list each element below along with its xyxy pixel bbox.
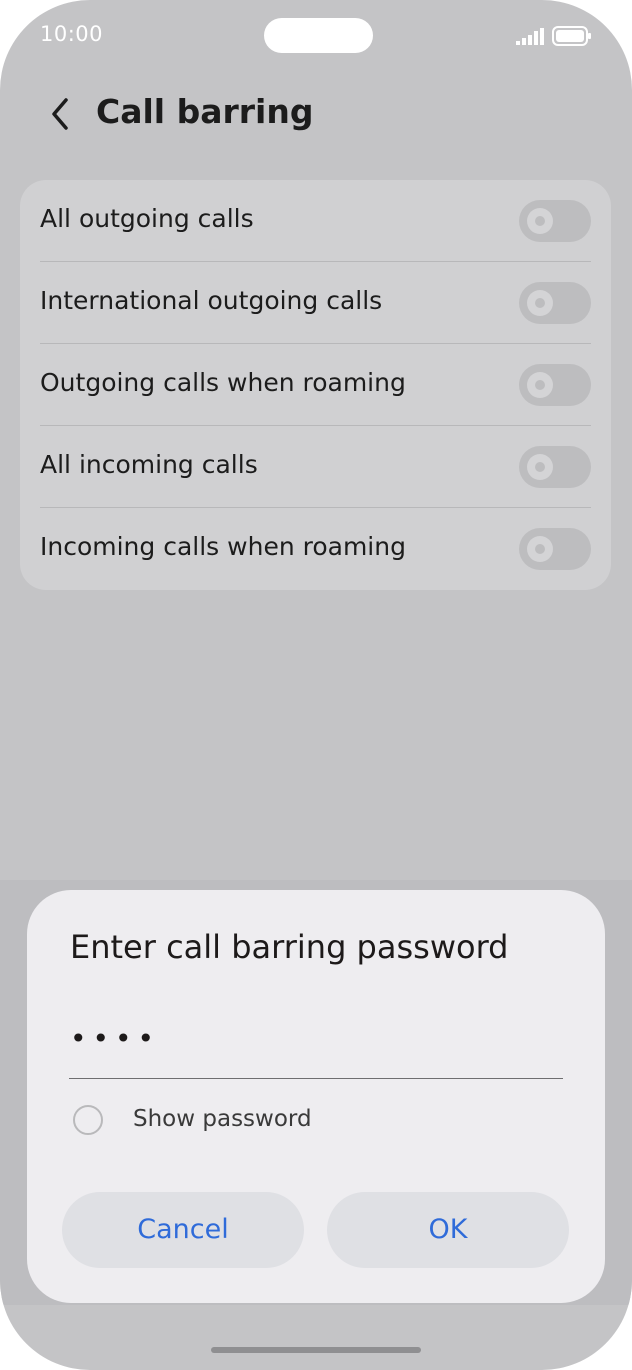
password-field[interactable]: •••• xyxy=(70,1022,160,1055)
setting-label: Outgoing calls when roaming xyxy=(40,368,406,397)
page-title: Call barring xyxy=(96,92,314,131)
setting-label: International outgoing calls xyxy=(40,286,383,315)
phone-screen: 10:00 Call barring All outgoing calls In… xyxy=(0,0,632,1370)
signal-bars-icon xyxy=(516,28,544,45)
toggle-switch[interactable] xyxy=(519,446,591,488)
toggle-knob xyxy=(527,454,553,480)
show-password-label[interactable]: Show password xyxy=(133,1106,312,1132)
show-password-checkbox[interactable] xyxy=(73,1105,103,1135)
password-underline xyxy=(69,1078,563,1079)
toggle-knob xyxy=(527,290,553,316)
setting-row-all-outgoing[interactable]: All outgoing calls xyxy=(40,180,591,262)
cancel-button[interactable]: Cancel xyxy=(62,1192,304,1268)
call-barring-settings-card: All outgoing calls International outgoin… xyxy=(20,180,611,590)
toggle-knob xyxy=(527,372,553,398)
battery-icon xyxy=(552,26,591,46)
toggle-switch[interactable] xyxy=(519,528,591,570)
setting-label: Incoming calls when roaming xyxy=(40,532,406,561)
toggle-knob xyxy=(527,208,553,234)
ok-button[interactable]: OK xyxy=(327,1192,569,1268)
setting-row-incoming-roaming[interactable]: Incoming calls when roaming xyxy=(40,508,591,590)
password-dialog: Enter call barring password •••• Show pa… xyxy=(27,890,605,1303)
status-bar: 10:00 xyxy=(0,0,632,72)
camera-notch xyxy=(264,18,373,53)
home-indicator[interactable] xyxy=(211,1347,421,1353)
chevron-left-icon[interactable] xyxy=(44,94,80,134)
toggle-switch[interactable] xyxy=(519,282,591,324)
dialog-title: Enter call barring password xyxy=(70,928,509,966)
toggle-knob xyxy=(527,536,553,562)
header: Call barring xyxy=(0,80,632,150)
setting-row-outgoing-roaming[interactable]: Outgoing calls when roaming xyxy=(40,344,591,426)
setting-label: All outgoing calls xyxy=(40,204,254,233)
setting-label: All incoming calls xyxy=(40,450,258,479)
setting-row-international-outgoing[interactable]: International outgoing calls xyxy=(40,262,591,344)
toggle-switch[interactable] xyxy=(519,200,591,242)
status-time: 10:00 xyxy=(40,22,104,46)
toggle-switch[interactable] xyxy=(519,364,591,406)
setting-row-all-incoming[interactable]: All incoming calls xyxy=(40,426,591,508)
